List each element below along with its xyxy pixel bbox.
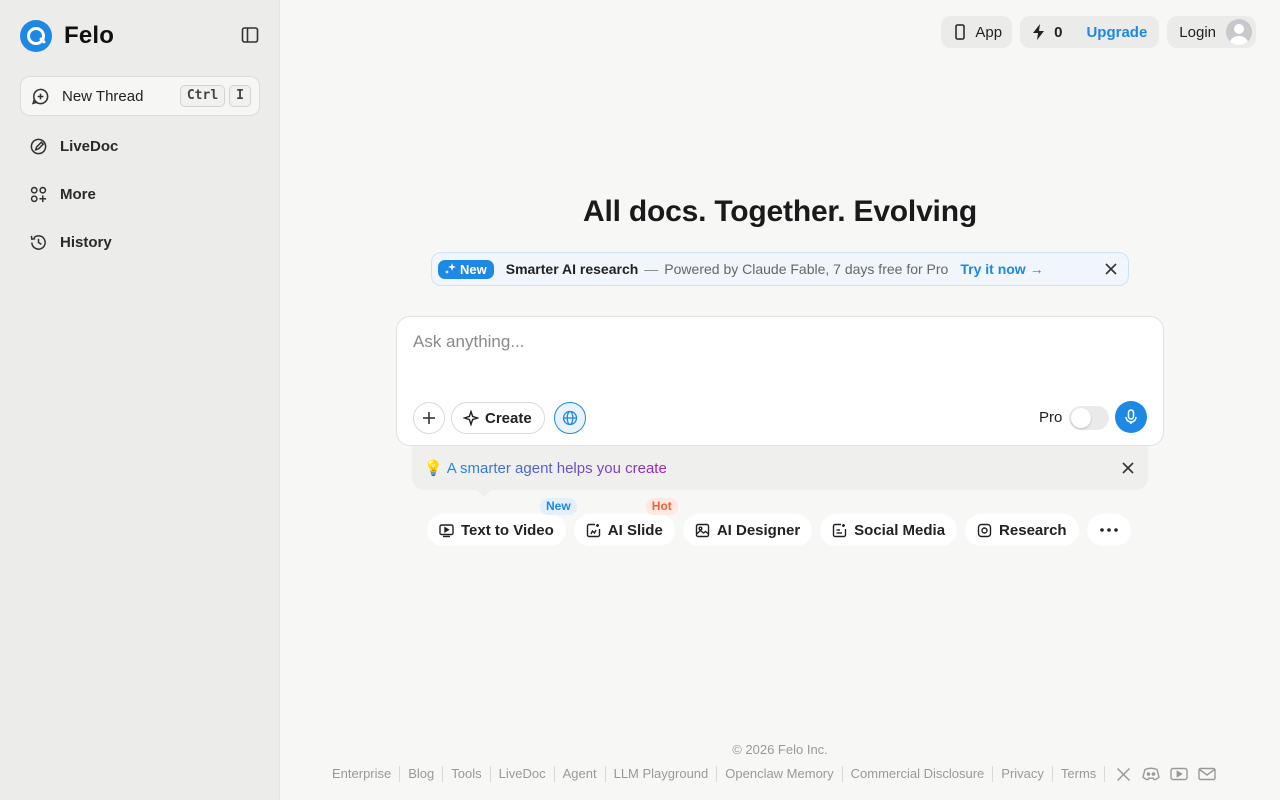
page-title: All docs. Together. Evolving — [583, 195, 977, 228]
bolt-icon — [1032, 24, 1046, 40]
youtube-icon[interactable] — [1169, 765, 1189, 783]
sidebar-nav: LiveDoc More History — [20, 126, 260, 270]
sidebar-item-history[interactable]: History — [20, 222, 260, 262]
ask-input[interactable] — [413, 329, 1133, 355]
brand[interactable]: Felo — [20, 20, 114, 52]
sparkle-icon — [463, 410, 479, 426]
social-media-chip[interactable]: Social Media — [820, 514, 958, 546]
composer: Create Pro — [396, 316, 1164, 446]
plus-icon — [423, 412, 435, 424]
sidebar-item-more[interactable]: More — [20, 174, 260, 214]
attach-button[interactable] — [413, 402, 445, 434]
voice-button[interactable] — [1115, 401, 1147, 433]
footer-links: Enterprise Blog Tools LiveDoc Agent LLM … — [332, 765, 1217, 783]
shortcut-keys: Ctrl I — [179, 85, 251, 107]
quick-actions: New Text to Video Hot AI Slide AI Design… — [427, 498, 1131, 546]
promo-title: Smarter AI research — [505, 261, 639, 277]
web-search-button[interactable] — [554, 402, 586, 434]
discord-icon[interactable] — [1141, 765, 1161, 783]
footer-link-tools[interactable]: Tools — [443, 766, 491, 782]
promo-dash: — — [644, 261, 659, 277]
pro-toggle[interactable] — [1069, 406, 1109, 430]
sparkle-icon — [445, 263, 456, 274]
ai-designer-chip[interactable]: AI Designer — [682, 514, 813, 546]
x-icon[interactable] — [1113, 765, 1133, 783]
image-icon — [695, 523, 710, 538]
chip-label: Text to Video — [461, 521, 554, 539]
sidebar: Felo New Thread Ctrl I LiveDoc More Hist… — [0, 0, 280, 800]
mail-icon[interactable] — [1197, 765, 1217, 783]
close-icon[interactable] — [1102, 260, 1120, 278]
text-to-video-chip[interactable]: New Text to Video — [427, 498, 577, 546]
new-thread-button[interactable]: New Thread Ctrl I — [20, 76, 260, 116]
topbar: App 0 Upgrade Login — [941, 16, 1256, 48]
sidebar-item-label: LiveDoc — [60, 137, 119, 155]
felo-logo-icon — [20, 20, 52, 52]
more-actions-button[interactable] — [1086, 514, 1131, 546]
hot-badge: Hot — [645, 498, 678, 515]
chip-label: Research — [999, 521, 1067, 539]
app-label: App — [975, 23, 1003, 41]
mic-icon — [1125, 409, 1137, 424]
sidebar-item-livedoc[interactable]: LiveDoc — [20, 126, 260, 166]
more-horizontal-icon — [1099, 528, 1118, 532]
tip-pointer — [477, 490, 491, 497]
app-button[interactable]: App — [941, 16, 1013, 48]
new-badge: New — [540, 498, 577, 515]
globe-icon — [562, 410, 578, 426]
footer-link-enterprise[interactable]: Enterprise — [332, 766, 401, 782]
copyright: © 2026 Felo Inc. — [732, 742, 828, 757]
chip-label: AI Designer — [716, 521, 801, 539]
social-links — [1113, 765, 1217, 783]
new-badge-label: New — [460, 261, 487, 277]
sidebar-toggle-icon[interactable] — [239, 24, 261, 46]
shortcut-key-ctrl: Ctrl — [179, 85, 226, 107]
footer-link-agent[interactable]: Agent — [555, 766, 606, 782]
pro-label: Pro — [1039, 409, 1063, 426]
try-it-now-link[interactable]: Try it now → — [960, 261, 1043, 277]
avatar — [1226, 19, 1252, 45]
login-button[interactable]: Login — [1167, 16, 1256, 48]
new-badge: New — [438, 259, 494, 279]
create-label: Create — [485, 409, 532, 427]
new-thread-label: New Thread — [62, 87, 144, 105]
footer-link-llm-playground[interactable]: LLM Playground — [606, 766, 718, 782]
apps-plus-icon — [28, 184, 48, 204]
chip-label: AI Slide — [607, 521, 663, 539]
close-icon[interactable] — [1120, 460, 1136, 476]
lightbulb-icon: 💡 — [424, 460, 443, 477]
sidebar-item-label: More — [60, 185, 96, 203]
footer-link-openclaw-memory[interactable]: Openclaw Memory — [717, 766, 843, 782]
footer-link-livedoc[interactable]: LiveDoc — [491, 766, 555, 782]
login-label: Login — [1179, 23, 1216, 41]
history-icon — [28, 232, 48, 252]
create-button[interactable]: Create — [451, 402, 545, 434]
footer-link-commercial-disclosure[interactable]: Commercial Disclosure — [843, 766, 994, 782]
credits-pill: 0 Upgrade — [1020, 16, 1160, 48]
sidebar-item-label: History — [60, 233, 112, 251]
footer-link-privacy[interactable]: Privacy — [993, 766, 1053, 782]
chip-label: Social Media — [854, 521, 946, 539]
research-chip[interactable]: Research — [965, 514, 1079, 546]
ai-slide-chip[interactable]: Hot AI Slide — [573, 498, 678, 546]
footer-link-terms[interactable]: Terms — [1053, 766, 1106, 782]
credits-count: 0 — [1054, 23, 1063, 41]
social-icon — [832, 523, 847, 538]
promo-text: Powered by Claude Fable, 7 days free for… — [664, 261, 949, 277]
shortcut-key-i: I — [229, 85, 251, 107]
chat-plus-icon — [30, 86, 50, 106]
footer-link-blog[interactable]: Blog — [400, 766, 444, 782]
brand-name: Felo — [64, 22, 115, 49]
slide-icon — [586, 523, 601, 538]
phone-icon — [953, 24, 967, 40]
upgrade-button[interactable]: Upgrade — [1086, 24, 1147, 41]
tip-text[interactable]: A smarter agent helps you create — [447, 460, 667, 477]
promo-banner: New Smarter AI research — Powered by Cla… — [431, 252, 1129, 286]
video-icon — [439, 523, 454, 538]
edit-icon — [28, 136, 48, 156]
tip-banner: 💡 A smarter agent helps you create — [412, 446, 1148, 490]
research-icon — [977, 523, 992, 538]
